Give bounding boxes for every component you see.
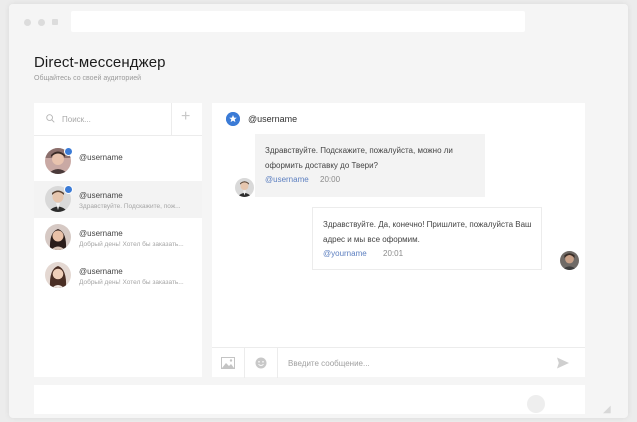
emoji-button[interactable] xyxy=(245,348,277,378)
emoji-icon xyxy=(255,357,267,369)
contact-preview: Добрый день! Хотел бы заказать... xyxy=(79,241,184,248)
address-bar[interactable] xyxy=(71,11,525,32)
message-input[interactable] xyxy=(288,355,528,371)
contact-item[interactable]: @username Здравствуйте. Подскажите, пож.… xyxy=(34,181,202,218)
avatar xyxy=(560,251,579,270)
incoming-message: Здравствуйте. Подскажите, пожалуйста, мо… xyxy=(255,134,485,197)
star-badge-icon xyxy=(226,112,240,126)
star-badge-icon xyxy=(64,147,73,156)
contact-preview: Добрый день! Хотел бы заказать... xyxy=(79,279,184,286)
star-badge-icon xyxy=(64,185,73,194)
message-author-link[interactable]: @username xyxy=(265,175,309,184)
avatar xyxy=(45,224,71,250)
send-icon[interactable] xyxy=(556,356,570,370)
contact-name: @username xyxy=(79,267,123,276)
outgoing-message: Здравствуйте. Да, конечно! Пришлите, пож… xyxy=(312,207,542,270)
contact-name: @username xyxy=(79,191,123,200)
message-text: Здравствуйте. Подскажите, пожалуйста, мо… xyxy=(265,146,453,170)
page-title: Direct-мессенджер xyxy=(34,54,166,71)
bottom-panel xyxy=(34,385,585,414)
message-time: 20:00 xyxy=(320,175,341,184)
window-expand-dot[interactable] xyxy=(52,19,58,25)
plus-icon: + xyxy=(181,108,191,125)
contact-name: @username xyxy=(79,153,123,162)
avatar xyxy=(45,262,71,288)
chat-header: @username xyxy=(212,103,585,135)
avatar xyxy=(235,178,254,197)
attach-image-button[interactable] xyxy=(212,348,244,378)
contact-item[interactable]: @username xyxy=(34,143,202,180)
chat-panel: @username Здравствуйте. Подскажите, пожа… xyxy=(212,103,585,378)
page-subtitle: Общайтесь со своей аудиторией xyxy=(34,75,142,82)
composer-divider xyxy=(277,348,278,378)
contact-name: @username xyxy=(79,229,123,238)
image-icon xyxy=(221,357,235,369)
contact-preview: Здравствуйте. Подскажите, пож... xyxy=(79,203,181,210)
contact-item[interactable]: @username Добрый день! Хотел бы заказать… xyxy=(34,219,202,256)
window-titlebar xyxy=(9,4,628,38)
message-composer xyxy=(212,347,585,378)
resize-handle-icon[interactable]: ◢ xyxy=(603,404,611,415)
window-minimize-dot[interactable] xyxy=(38,19,45,26)
message-time: 20:01 xyxy=(383,249,404,258)
decorative-circle xyxy=(527,395,545,413)
message-author-link[interactable]: @yourname xyxy=(323,249,367,258)
message-text: Здравствуйте. Да, конечно! Пришлите, пож… xyxy=(323,220,532,244)
contact-item[interactable]: @username Добрый день! Хотел бы заказать… xyxy=(34,257,202,294)
add-contact-button[interactable]: + xyxy=(172,103,202,135)
search-icon xyxy=(46,114,55,123)
chat-username[interactable]: @username xyxy=(248,114,297,124)
contacts-sidebar: + @username @u xyxy=(34,103,202,377)
search-input[interactable] xyxy=(62,111,162,127)
window-close-dot[interactable] xyxy=(24,19,31,26)
search-bar: + xyxy=(34,103,202,136)
